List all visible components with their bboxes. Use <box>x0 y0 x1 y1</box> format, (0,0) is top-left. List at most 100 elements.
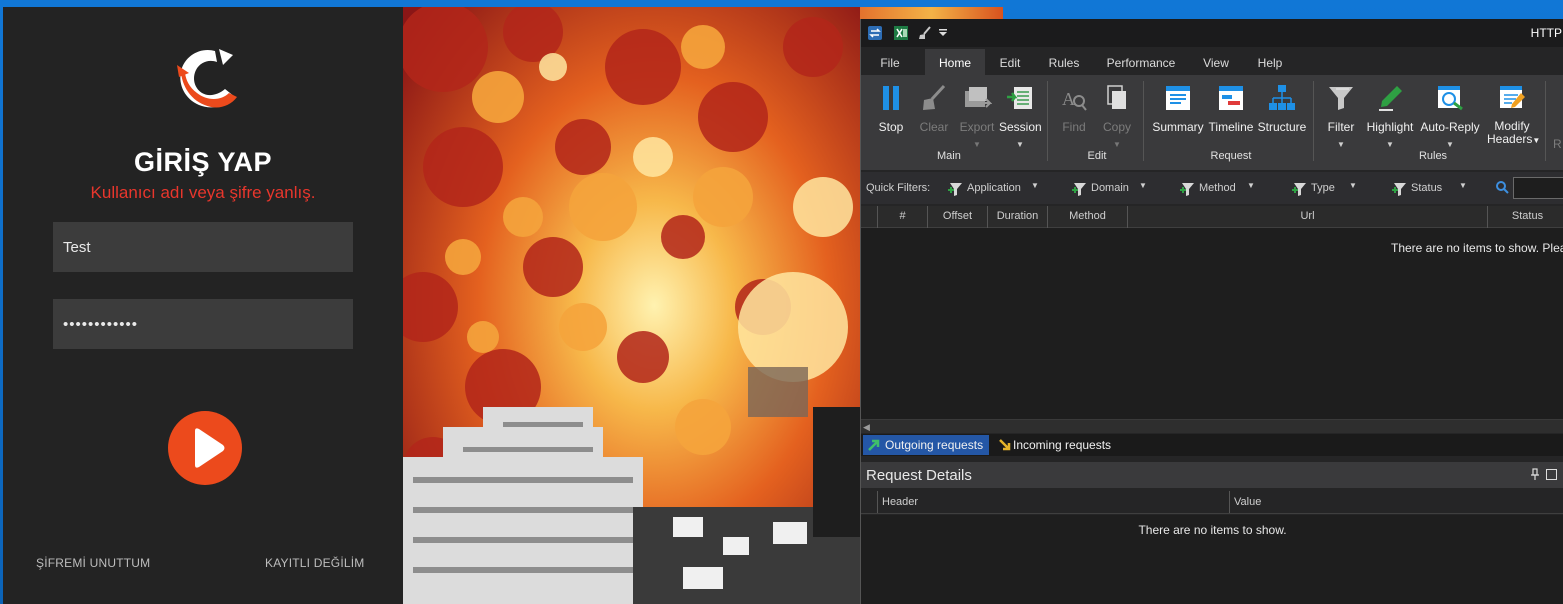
clear-label: Clear <box>919 120 949 134</box>
find-icon: A <box>1062 89 1087 111</box>
incoming-requests-label: Incoming requests <box>1013 438 1112 452</box>
ribbon-separator <box>1047 81 1048 161</box>
ribbon-separator <box>1313 81 1314 161</box>
auto-reply-icon <box>1438 86 1463 111</box>
column-value[interactable]: Value <box>1229 491 1563 513</box>
fiddler-window: HTTP File Home Edit Rules Performance Vi… <box>860 19 1563 604</box>
screen: GİRİŞ YAP Kullanıcı adı veya şifre yanlı… <box>0 0 1563 604</box>
export-button[interactable]: Export ▼ <box>957 79 997 149</box>
column-header[interactable]: Header <box>877 491 1229 513</box>
excel-icon[interactable] <box>893 25 909 41</box>
tab-view[interactable]: View <box>1195 49 1237 75</box>
filter-type[interactable]: Type ▼ <box>1291 181 1361 197</box>
find-button[interactable]: A Find <box>1057 79 1091 147</box>
ribbon-separator <box>1545 81 1546 161</box>
group-label-request: Request <box>1210 150 1252 162</box>
tab-help[interactable]: Help <box>1247 49 1293 75</box>
group-label-rules: Rules <box>1418 150 1448 162</box>
pin-icon[interactable] <box>1530 468 1540 480</box>
copy-button[interactable]: Copy ▼ <box>1099 79 1135 149</box>
chevron-down-icon: ▼ <box>1139 181 1147 190</box>
column-url[interactable]: Url <box>1127 206 1487 228</box>
session-list[interactable]: There are no items to show. Pleas <box>861 228 1563 419</box>
filter-button[interactable]: Filter ▼ <box>1321 79 1361 149</box>
outgoing-arrow-icon <box>868 439 880 451</box>
summary-button[interactable]: Summary <box>1151 79 1205 147</box>
tab-outgoing-requests[interactable]: Outgoing requests <box>863 435 989 455</box>
clear-button[interactable]: Clear <box>915 79 953 147</box>
titlebar: HTTP <box>861 19 1563 47</box>
modify-label: Modify <box>1494 119 1530 133</box>
play-button[interactable] <box>168 411 242 485</box>
modify-headers-label: Modify Headers▼ <box>1487 119 1541 147</box>
username-input[interactable] <box>53 222 353 272</box>
filter-status[interactable]: Status ▼ <box>1391 181 1471 197</box>
quick-filters-label: Quick Filters: <box>866 182 931 194</box>
broom-icon[interactable] <box>917 25 933 41</box>
password-input[interactable] <box>53 299 353 349</box>
tab-edit[interactable]: Edit <box>989 49 1031 75</box>
ribbon-separator <box>1143 81 1144 161</box>
add-filter-icon <box>1392 183 1406 196</box>
session-dropdown-icon: ▼ <box>1016 140 1024 149</box>
filter-type-label: Type <box>1311 182 1335 194</box>
filter-funnel-icon <box>1329 87 1353 110</box>
horizontal-scrollbar[interactable]: ◀ <box>861 419 1563 433</box>
swap-arrows-icon[interactable] <box>867 25 883 41</box>
structure-button[interactable]: Structure <box>1257 79 1307 147</box>
search-icon[interactable] <box>1495 180 1509 194</box>
column-status[interactable]: Status <box>1487 206 1563 228</box>
copy-dropdown-icon: ▼ <box>1113 140 1121 149</box>
maximize-icon[interactable] <box>1546 469 1557 480</box>
filter-application-label: Application <box>967 182 1021 194</box>
auto-reply-label: Auto-Reply <box>1420 120 1480 134</box>
modify-headers-button[interactable]: Modify Headers▼ <box>1487 79 1541 147</box>
search-input[interactable] <box>1513 177 1563 199</box>
request-details-list[interactable]: There are no items to show. <box>861 515 1563 604</box>
filter-method[interactable]: Method ▼ <box>1179 181 1259 197</box>
launcher-window: GİRİŞ YAP Kullanıcı adı veya şifre yanlı… <box>3 7 403 604</box>
chevron-down-icon: ▼ <box>1031 181 1039 190</box>
background-artwork <box>403 7 860 604</box>
column-number[interactable]: # <box>877 206 927 228</box>
quick-filters-bar: Quick Filters: Application ▼ Domain ▼ Me… <box>861 172 1563 204</box>
forgot-password-link[interactable]: ŞİFREMİ UNUTTUM <box>36 556 150 570</box>
register-link[interactable]: KAYITLI DEĞİLİM <box>265 556 364 570</box>
stop-button[interactable]: Stop <box>873 79 909 147</box>
svg-text:A: A <box>1062 89 1075 109</box>
session-icon <box>1007 87 1032 109</box>
filter-application[interactable]: Application ▼ <box>947 181 1043 197</box>
timeline-button[interactable]: Timeline <box>1207 79 1255 147</box>
export-dropdown-icon: ▼ <box>973 140 981 149</box>
headers-label: Headers <box>1487 132 1533 146</box>
tab-performance[interactable]: Performance <box>1099 49 1183 75</box>
column-offset[interactable]: Offset <box>927 206 987 228</box>
scroll-left-icon[interactable]: ◀ <box>863 422 870 433</box>
export-label: Export <box>959 120 995 134</box>
stop-label: Stop <box>878 120 904 134</box>
auto-reply-button[interactable]: Auto-Reply ▼ <box>1419 79 1481 149</box>
add-filter-icon <box>948 183 962 196</box>
filter-domain[interactable]: Domain ▼ <box>1071 181 1151 197</box>
chevron-down-icon: ▼ <box>1247 181 1255 190</box>
session-column-headers: # Offset Duration Method Url Status <box>861 206 1563 228</box>
column-duration[interactable]: Duration <box>987 206 1047 228</box>
highlight-label: Highlight <box>1366 120 1414 134</box>
structure-icon <box>1269 85 1295 110</box>
tab-home[interactable]: Home <box>925 49 985 75</box>
highlight-button[interactable]: Highlight ▼ <box>1363 79 1417 149</box>
tab-rules[interactable]: Rules <box>1041 49 1087 75</box>
filter-label: Filter <box>1327 120 1355 134</box>
play-icon <box>195 428 225 468</box>
group-label-edit: Edit <box>1087 150 1107 162</box>
column-method[interactable]: Method <box>1047 206 1127 228</box>
pause-icon <box>883 86 899 110</box>
filter-domain-label: Domain <box>1091 182 1129 194</box>
tab-incoming-requests[interactable]: Incoming requests <box>995 435 1119 455</box>
quick-access-dropdown-icon[interactable] <box>935 25 951 41</box>
session-button[interactable]: Session ▼ <box>999 79 1042 149</box>
session-list-empty-message: There are no items to show. Pleas <box>1391 241 1563 255</box>
request-details-header: Request Details <box>861 462 1563 488</box>
modify-headers-dropdown-icon: ▼ <box>1532 136 1541 145</box>
tab-file[interactable]: File <box>867 49 913 75</box>
